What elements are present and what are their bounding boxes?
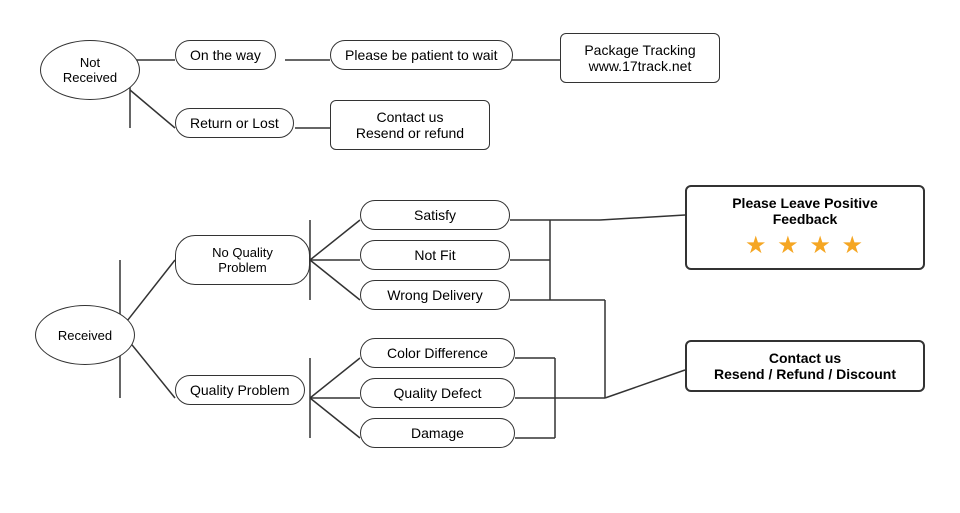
damage-node: Damage <box>360 418 515 448</box>
received-node: Received <box>35 305 135 365</box>
satisfy-node: Satisfy <box>360 200 510 230</box>
feedback-text: Please Leave Positive Feedback <box>701 195 909 227</box>
on-the-way-node: On the way <box>175 40 276 70</box>
contact-resend-node: Contact us Resend or refund <box>330 100 490 150</box>
contact-refund-text: Contact us Resend / Refund / Discount <box>701 350 909 382</box>
contact-refund-box: Contact us Resend / Refund / Discount <box>685 340 925 392</box>
not-received-node: Not Received <box>40 40 140 100</box>
feedback-box: Please Leave Positive Feedback ★ ★ ★ ★ <box>685 185 925 270</box>
return-or-lost-node: Return or Lost <box>175 108 294 138</box>
package-tracking-node: Package Tracking www.17track.net <box>560 33 720 83</box>
diagram: Not Received On the way Return or Lost P… <box>0 0 960 513</box>
no-quality-problem-node: No Quality Problem <box>175 235 310 285</box>
color-difference-node: Color Difference <box>360 338 515 368</box>
stars: ★ ★ ★ ★ <box>701 231 909 260</box>
quality-problem-node: Quality Problem <box>175 375 305 405</box>
not-fit-node: Not Fit <box>360 240 510 270</box>
quality-defect-node: Quality Defect <box>360 378 515 408</box>
patient-wait-node: Please be patient to wait <box>330 40 513 70</box>
wrong-delivery-node: Wrong Delivery <box>360 280 510 310</box>
